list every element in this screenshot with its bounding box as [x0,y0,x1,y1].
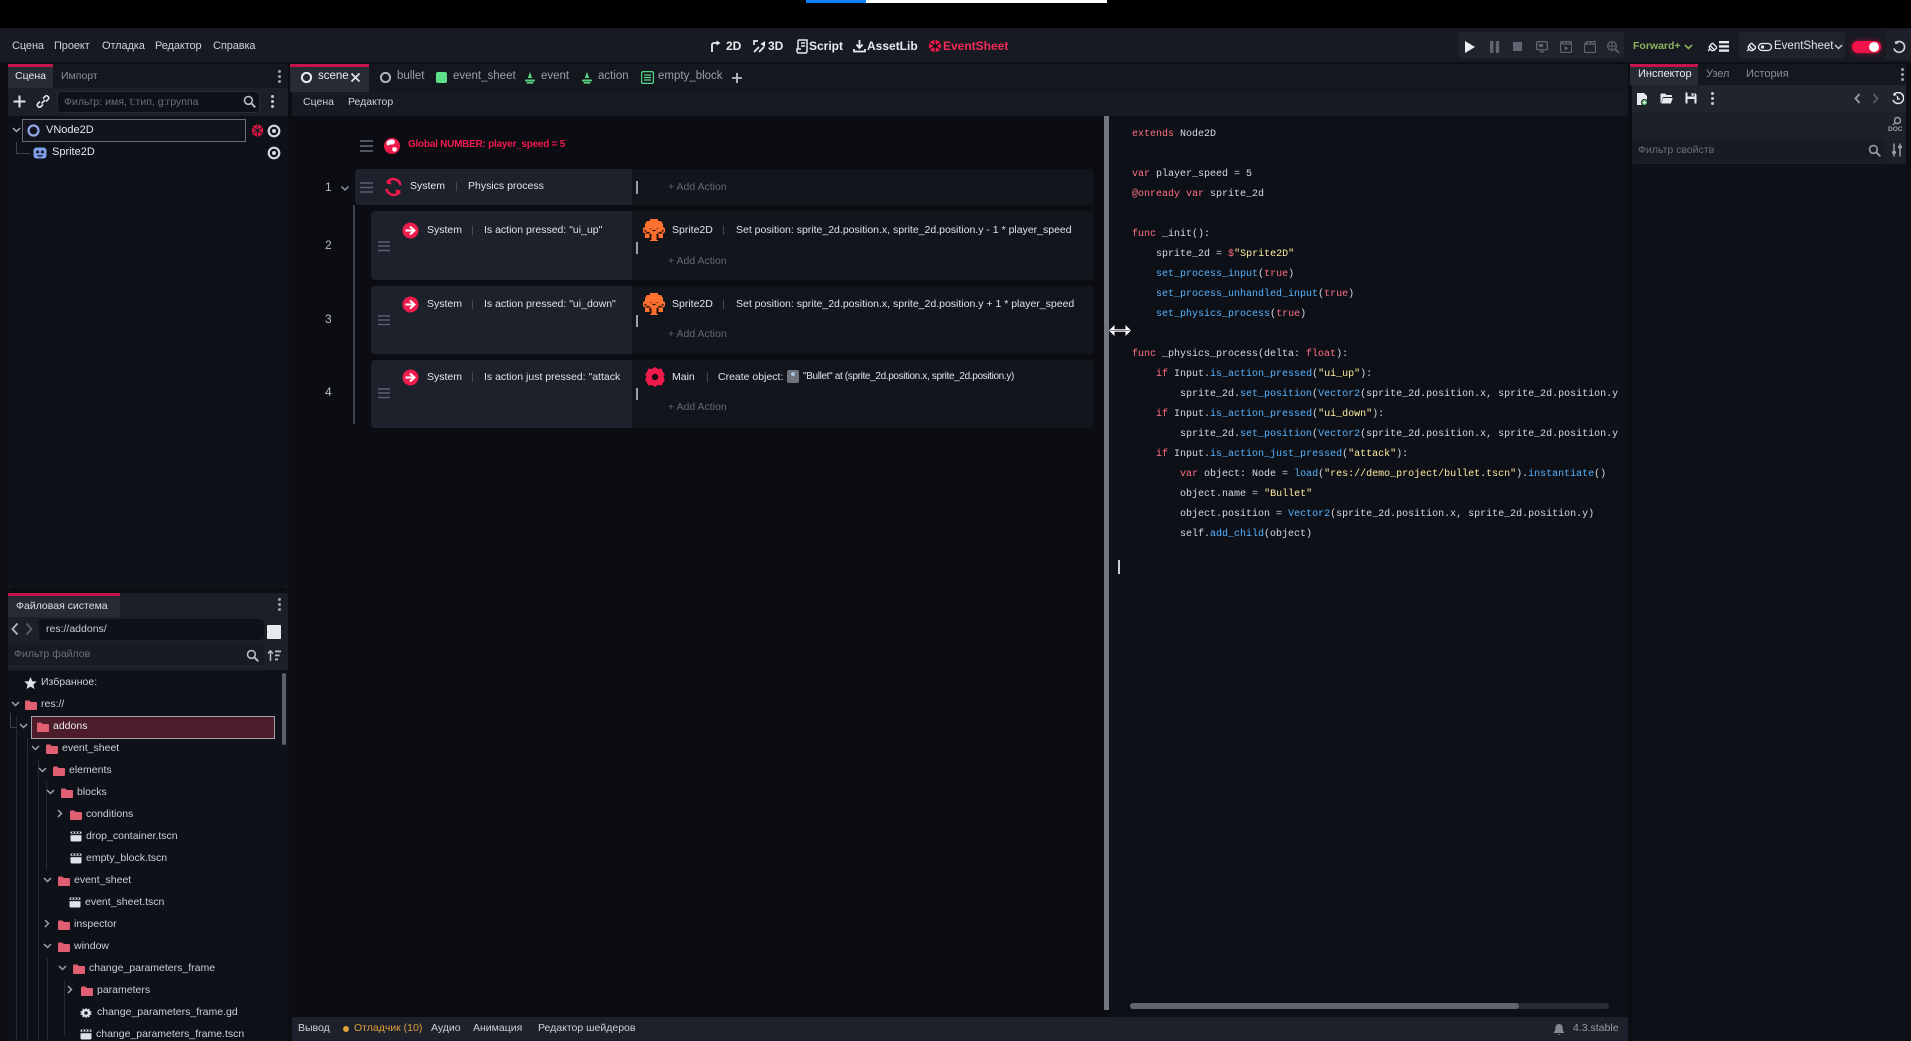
svg-text:DOC: DOC [1888,126,1903,132]
